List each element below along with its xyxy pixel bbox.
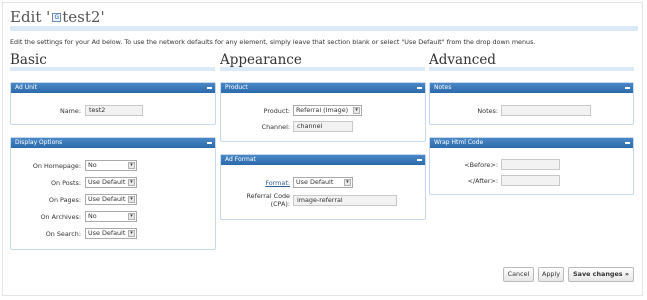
notes-label: Notes: (477, 106, 498, 115)
title-suffix: ' (100, 8, 105, 26)
chevron-down-icon: ▾ (353, 107, 360, 114)
notes-box: Notes Notes: (429, 82, 634, 125)
on-archives-select[interactable]: No ▾ (85, 211, 137, 222)
on-homepage-label: On Homepage: (32, 161, 81, 170)
ad-format-title: Ad Format (225, 156, 256, 163)
minus-icon[interactable] (625, 142, 630, 144)
ad-unit-header[interactable]: Ad Unit (11, 83, 215, 93)
display-option-row: On Archives: No ▾ (11, 211, 137, 222)
select-value: Referral (Image) (296, 106, 349, 114)
notes-input[interactable] (501, 105, 591, 116)
ad-format-header[interactable]: Ad Format (221, 155, 425, 165)
display-option-row: On Search: Use Default ▾ (11, 228, 137, 239)
title-prefix: Edit ' (10, 8, 51, 26)
notes-header[interactable]: Notes (430, 83, 633, 93)
referral-code-label-line2: (CPA): (270, 200, 290, 208)
ad-name-row: Name: test2 (11, 105, 143, 116)
display-option-row: On Pages: Use Default ▾ (11, 194, 137, 205)
minus-icon[interactable] (417, 87, 422, 89)
after-input[interactable] (501, 175, 560, 186)
column-heading-advanced: Advanced (429, 53, 634, 71)
on-archives-label: On Archives: (40, 212, 81, 221)
channel-input[interactable]: channel (293, 121, 353, 132)
product-label: Product: (263, 106, 290, 115)
save-changes-button[interactable]: Save changes » (568, 267, 634, 282)
ad-unit-title: Ad Unit (15, 84, 37, 91)
minus-icon[interactable] (417, 159, 422, 161)
on-search-select[interactable]: Use Default ▾ (85, 228, 137, 239)
before-label: <Before>: (464, 160, 498, 169)
select-value: Use Default (88, 229, 126, 237)
after-label: </After>: (467, 176, 498, 185)
channel-label: Channel: (261, 122, 290, 131)
display-option-row: On Posts: Use Default ▾ (11, 177, 137, 188)
select-value: Use Default (296, 178, 334, 186)
on-search-label: On Search: (45, 229, 81, 238)
intro-text: Edit the settings for your Ad below. To … (10, 38, 536, 46)
chevron-down-icon: ▾ (128, 162, 135, 169)
select-value: Use Default (88, 178, 126, 186)
title-ad-name: test2 (62, 8, 101, 26)
on-pages-select[interactable]: Use Default ▾ (85, 194, 137, 205)
chevron-down-icon: ▾ (128, 230, 135, 237)
notes-title: Notes (434, 84, 452, 91)
product-row: Product: Referral (Image) ▾ (221, 105, 362, 116)
wrap-html-box: Wrap Html Code <Before>: </After>: (429, 137, 634, 195)
select-value: No (88, 161, 97, 169)
display-options-box: Display Options On Homepage: No ▾ On Post… (10, 137, 216, 250)
chevron-down-icon: ▾ (128, 179, 135, 186)
product-select[interactable]: Referral (Image) ▾ (293, 105, 362, 116)
before-row: <Before>: (430, 159, 560, 170)
column-heading-basic: Basic (10, 53, 215, 71)
format-row: Format: Use Default ▾ (221, 177, 353, 188)
minus-icon[interactable] (625, 87, 630, 89)
channel-row: Channel: channel (221, 121, 353, 132)
before-input[interactable] (501, 159, 560, 170)
format-help-link[interactable]: Format: (221, 179, 290, 187)
chevron-down-icon: ▾ (344, 179, 351, 186)
apply-button[interactable]: Apply (538, 267, 564, 282)
ad-name-input[interactable]: test2 (85, 105, 143, 116)
wrap-html-title: Wrap Html Code (434, 139, 484, 146)
format-select[interactable]: Use Default ▾ (293, 177, 353, 188)
display-options-header[interactable]: Display Options (11, 138, 215, 148)
referral-code-label: Referral Code (CPA): (221, 192, 291, 208)
display-option-row: On Homepage: No ▾ (11, 160, 137, 171)
referral-code-label-line1: Referral Code (246, 192, 291, 200)
ad-network-icon: G (52, 13, 62, 22)
ad-name-label: Name: (59, 106, 81, 115)
chevron-down-icon: ▾ (128, 213, 135, 220)
cancel-button[interactable]: Cancel (503, 267, 534, 282)
on-pages-label: On Pages: (48, 195, 81, 204)
ad-unit-box: Ad Unit Name: test2 (10, 82, 216, 125)
ad-format-box: Ad Format Format: Use Default ▾ Referral … (220, 154, 426, 220)
product-title: Product (225, 84, 248, 91)
page-header: Edit ' Gtest2' (10, 8, 638, 31)
page-title: Edit ' Gtest2' (10, 8, 105, 26)
minus-icon[interactable] (207, 87, 212, 89)
wrap-html-header[interactable]: Wrap Html Code (430, 138, 633, 148)
notes-row: Notes: (430, 105, 591, 116)
referral-code-row: Referral Code (CPA): image-referral (221, 192, 397, 208)
chevron-down-icon: ▾ (128, 196, 135, 203)
product-box: Product Product: Referral (Image) ▾ Chann… (220, 82, 426, 142)
on-homepage-select[interactable]: No ▾ (85, 160, 137, 171)
select-value: No (88, 212, 97, 220)
product-header[interactable]: Product (221, 83, 425, 93)
after-row: </After>: (430, 175, 560, 186)
on-posts-label: On Posts: (51, 178, 81, 187)
display-options-title: Display Options (15, 139, 63, 146)
minus-icon[interactable] (207, 142, 212, 144)
select-value: Use Default (88, 195, 126, 203)
referral-code-input[interactable]: image-referral (293, 194, 397, 206)
on-posts-select[interactable]: Use Default ▾ (85, 177, 137, 188)
column-heading-appearance: Appearance (220, 53, 425, 71)
